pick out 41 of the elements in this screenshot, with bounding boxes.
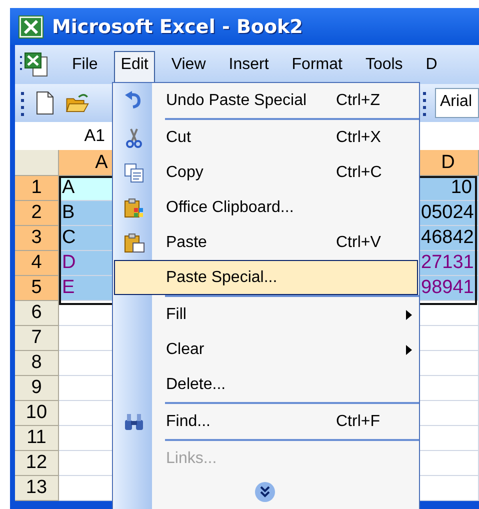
menu-bar-item[interactable]: File [65, 50, 105, 78]
menu-item[interactable]: Delete... [114, 367, 418, 402]
toolbar-grip-icon[interactable] [21, 90, 25, 116]
table-cell: 27131 [418, 251, 479, 276]
table-cell: 98941 [418, 276, 479, 301]
row-header[interactable]: 8 [15, 351, 59, 376]
menu-item[interactable]: Undo Paste Special Ctrl+Z [114, 83, 418, 118]
name-box[interactable]: A1 [15, 126, 111, 146]
row-header[interactable]: 4 [15, 251, 59, 276]
row-header[interactable]: 11 [15, 426, 59, 451]
menu-bar-item[interactable]: Tools [358, 50, 410, 78]
column-header[interactable]: D [418, 150, 479, 176]
clipboard-icon [123, 196, 145, 218]
menu-item[interactable]: Clear [114, 332, 418, 367]
row-header[interactable]: 7 [15, 326, 59, 351]
menu-item[interactable]: Paste Special... [114, 260, 418, 295]
font-name-field[interactable]: Arial [435, 88, 479, 118]
menu-bar-item[interactable]: Insert [222, 50, 276, 78]
row-header[interactable]: 9 [15, 376, 59, 401]
copy-icon [123, 162, 145, 184]
menu-bar-item[interactable]: Edit [114, 50, 156, 84]
row-header[interactable]: 5 [15, 276, 59, 301]
menu-item[interactable]: Find... Ctrl+F [114, 404, 418, 439]
excel-icon [18, 14, 44, 38]
menu-bar-item[interactable]: Format [284, 50, 350, 78]
toolbar-grip-icon[interactable] [423, 90, 427, 116]
row-header[interactable]: 3 [15, 226, 59, 251]
row-header[interactable]: 10 [15, 401, 59, 426]
scissors-icon [123, 126, 145, 148]
menu-bar-item[interactable]: D [418, 50, 444, 78]
menu-bar-item[interactable]: View [164, 50, 213, 78]
table-cell: 05024 [418, 201, 479, 226]
table-cell: 46842 [418, 226, 479, 251]
row-header[interactable]: 2 [15, 201, 59, 226]
window-title: Microsoft Excel - Book2 [52, 16, 303, 38]
expand-chevron-icon[interactable] [254, 481, 276, 503]
row-header[interactable]: 6 [15, 301, 59, 326]
paste-icon [123, 232, 145, 254]
row-header[interactable]: 13 [15, 476, 59, 501]
row-header[interactable]: 12 [15, 451, 59, 476]
row-header[interactable]: 1 [15, 176, 59, 201]
